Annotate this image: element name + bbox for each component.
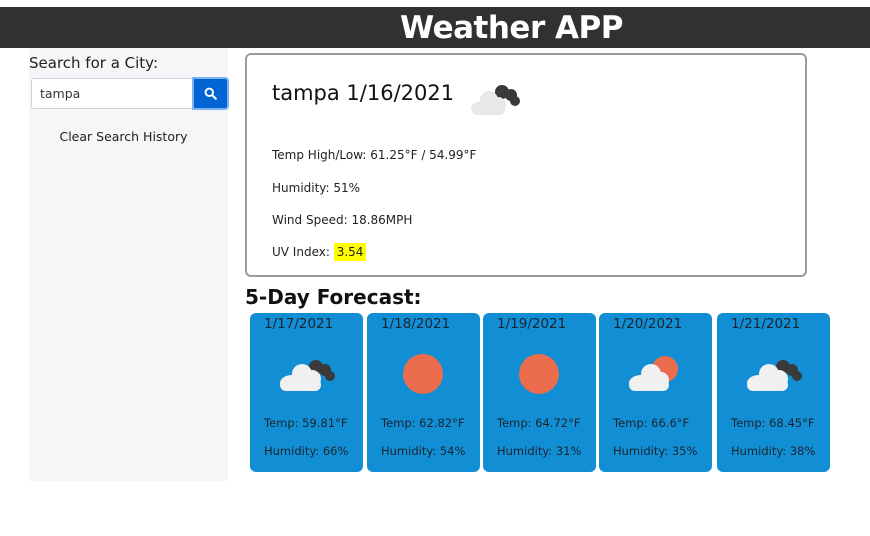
forecast-humidity: Humidity: 54% bbox=[381, 444, 466, 458]
search-button[interactable] bbox=[192, 77, 229, 110]
forecast-card: 1/21/2021 Temp: 68.45°F Humidity: 38% bbox=[717, 313, 830, 472]
forecast-date: 1/17/2021 bbox=[264, 316, 334, 332]
forecast-date: 1/20/2021 bbox=[613, 316, 683, 332]
forecast-title: 5-Day Forecast: bbox=[245, 285, 422, 309]
forecast-humidity: Humidity: 31% bbox=[497, 444, 582, 458]
city-search-input[interactable] bbox=[31, 78, 192, 109]
forecast-temp: Temp: 64.72°F bbox=[497, 416, 581, 430]
sidebar: Search for a City: Clear Search History bbox=[29, 48, 229, 481]
clear-search-history-button[interactable]: Clear Search History bbox=[29, 129, 218, 144]
current-city-date: tampa 1/16/2021 bbox=[272, 81, 455, 105]
forecast-card: 1/18/2021 Temp: 62.82°F Humidity: 54% bbox=[367, 313, 480, 472]
cloudy-icon bbox=[747, 360, 802, 391]
cloudy-icon bbox=[280, 360, 335, 391]
forecast-date: 1/19/2021 bbox=[497, 316, 567, 332]
forecast-temp: Temp: 59.81°F bbox=[264, 416, 348, 430]
forecast-temp: Temp: 66.6°F bbox=[613, 416, 690, 430]
app-header: Weather APP bbox=[0, 7, 870, 48]
uv-label: UV Index: bbox=[272, 245, 330, 259]
sun-icon bbox=[519, 354, 559, 394]
search-label: Search for a City: bbox=[29, 54, 159, 72]
current-temp: Temp High/Low: 61.25°F / 54.99°F bbox=[272, 148, 477, 162]
forecast-humidity: Humidity: 66% bbox=[264, 444, 349, 458]
forecast-humidity: Humidity: 38% bbox=[731, 444, 816, 458]
sun-icon bbox=[403, 354, 443, 394]
forecast-card: 1/20/2021 Temp: 66.6°F Humidity: 35% bbox=[599, 313, 712, 472]
current-weather-card: tampa 1/16/2021 Temp High/Low: 61.25°F /… bbox=[245, 53, 807, 277]
forecast-date: 1/21/2021 bbox=[731, 316, 801, 332]
forecast-humidity: Humidity: 35% bbox=[613, 444, 698, 458]
forecast-temp: Temp: 62.82°F bbox=[381, 416, 465, 430]
app-title: Weather APP bbox=[400, 10, 623, 46]
partly-cloudy-icon bbox=[629, 356, 678, 391]
forecast-card: 1/19/2021 Temp: 64.72°F Humidity: 31% bbox=[483, 313, 596, 472]
uv-index-badge: 3.54 bbox=[333, 243, 367, 261]
current-uv-row: UV Index: 3.54 bbox=[272, 243, 367, 261]
cloudy-icon bbox=[471, 85, 520, 115]
current-humidity: Humidity: 51% bbox=[272, 181, 361, 195]
forecast-row: 1/17/2021 Temp: 59.81°F Humidity: 66% 1/… bbox=[250, 313, 830, 472]
current-wind-speed: Wind Speed: 18.86MPH bbox=[272, 213, 413, 227]
forecast-card: 1/17/2021 Temp: 59.81°F Humidity: 66% bbox=[250, 313, 363, 472]
search-icon bbox=[204, 87, 217, 100]
forecast-temp: Temp: 68.45°F bbox=[731, 416, 815, 430]
forecast-date: 1/18/2021 bbox=[381, 316, 451, 332]
